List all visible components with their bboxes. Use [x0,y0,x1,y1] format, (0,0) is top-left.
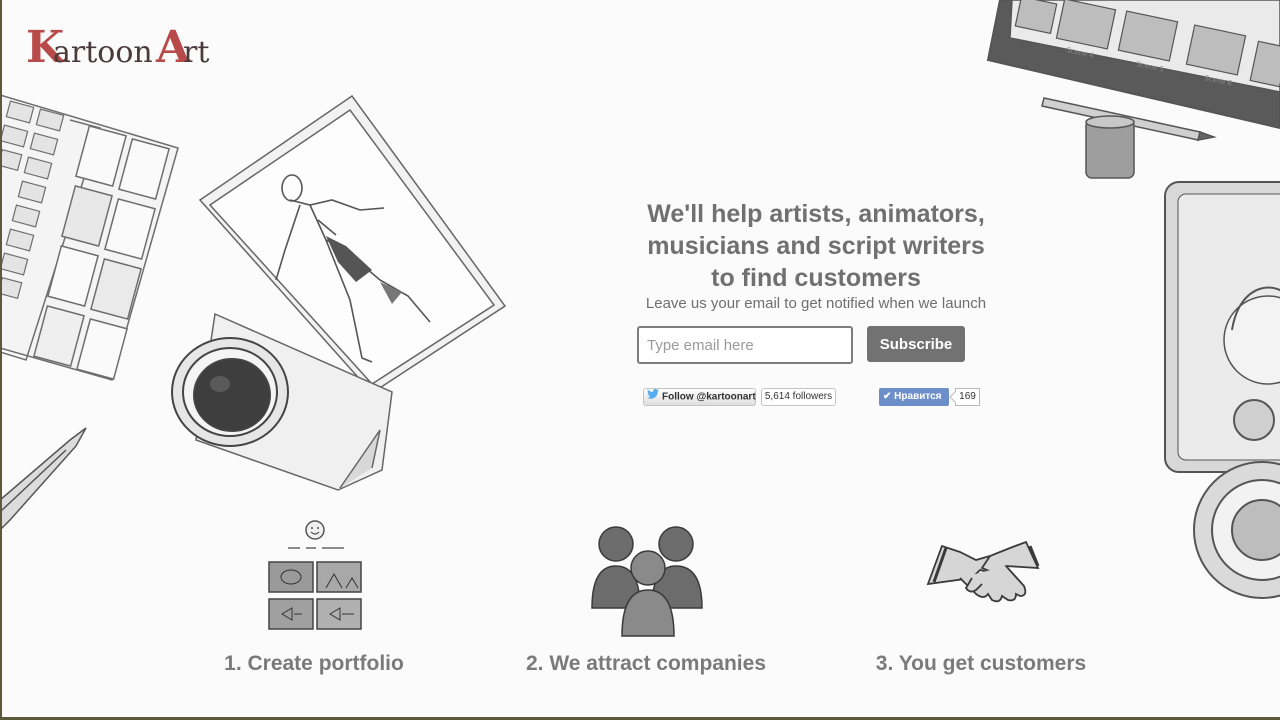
portfolio-sketch-icon [268,520,362,630]
ink-pen-sketch [0,427,87,532]
twitter-follower-count[interactable]: 5,614 followers [761,388,836,406]
twitter-follow-label: Follow @kartoonart [662,391,756,403]
email-input[interactable] [637,326,853,364]
vk-like-label: Нравится [894,391,942,402]
hero-headline-line2: musicians and script writers [647,232,985,260]
twitter-bird-icon [647,389,659,405]
ink-bottle-sketch [1085,115,1135,179]
step-3-label: 3. You get customers [875,652,1087,675]
hero-subtitle: Leave us your email to get notified when… [645,295,987,312]
hero-headline-line3: to find customers [711,264,921,292]
watercolor-palette-sketch [0,94,179,381]
tape-reel-sketch [1193,461,1280,599]
vk-like-button[interactable]: ✔ Нравится [879,388,949,406]
hero-section: We'll help artists, animators, musicians… [610,198,1022,312]
handshake-icon [926,540,1040,603]
hero-headline: We'll help artists, animators, musicians… [610,198,1022,294]
tablet-sketch [1164,181,1280,473]
coffee-cup-sketch [171,337,289,447]
vk-like-count: 169 [955,388,980,406]
subscribe-button[interactable]: Subscribe [867,326,965,362]
people-group-icon [591,526,703,637]
hero-headline-line1: We'll help artists, animators, [647,200,985,228]
step-2-label: 2. We attract companies [525,652,767,675]
checkmark-icon: ✔ [883,391,892,402]
step-1-label: 1. Create portfolio [224,652,404,675]
twitter-follow-button[interactable]: Follow @kartoonart [643,388,756,406]
storyboard-sketch: Scene 4 Scene 5 Scene 6 [986,0,1280,130]
